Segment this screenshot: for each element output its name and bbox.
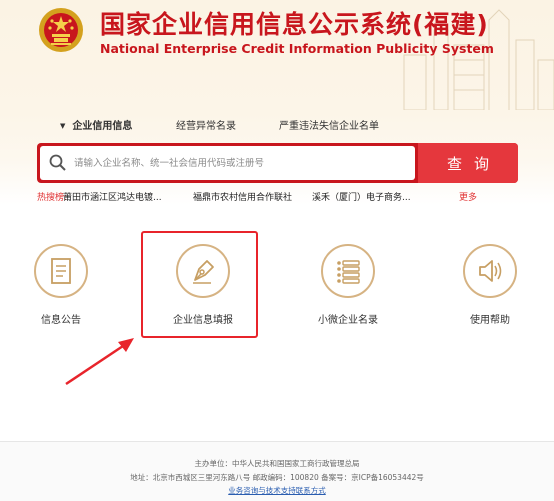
search-input[interactable] [74, 146, 404, 180]
footer-address: 地址：北京市西城区三里河东路八号 邮政编码：100820 备案号：京ICP备16… [130, 473, 424, 482]
info-notice-label[interactable]: 信息公告 [28, 311, 94, 326]
search-icon [49, 154, 66, 171]
national-emblem-icon [39, 8, 83, 52]
footer: 主办单位：中华人民共和国国家工商行政管理总局 地址：北京市西城区三里河东路八号 … [0, 442, 554, 501]
search-tabs: ▼ 企业信用信息 经营异常名录 严重违法失信企业名单 [0, 117, 554, 133]
site-subtitle: National Enterprise Credit Information P… [100, 41, 494, 56]
highlight-box [141, 231, 258, 338]
footer-support: 业务咨询与技术支持联系方式 [0, 485, 554, 496]
caret-down-icon: ▼ [60, 122, 66, 130]
micro-enterprise-list-button[interactable] [320, 243, 376, 299]
micro-enterprise-list-label[interactable]: 小微企业名录 [305, 311, 391, 326]
support-contact-link[interactable]: 业务咨询与技术支持联系方式 [228, 486, 326, 495]
document-icon [34, 244, 88, 298]
hot-search-item[interactable]: 福鼎市农村信用合作联社 [193, 190, 292, 203]
speaker-icon [463, 244, 517, 298]
tab-abnormal-list[interactable]: 经营异常名录 [176, 117, 236, 132]
hot-search-item[interactable]: 溪禾（厦门）电子商务... [312, 190, 411, 203]
hot-search-row: 热搜榜: 莆田市涵江区鸿达电镀... 福鼎市农村信用合作联社 溪禾（厦门）电子商… [37, 190, 518, 204]
search-bar: 查询 [37, 143, 518, 183]
search-button[interactable]: 查询 [418, 143, 518, 183]
tab-serious-violation-list[interactable]: 严重违法失信企业名单 [279, 117, 379, 132]
red-arrow-icon [65, 338, 134, 386]
hot-search-more-link[interactable]: 更多 [459, 190, 477, 203]
footer-sponsor: 主办单位：中华人民共和国国家工商行政管理总局 [194, 459, 360, 468]
help-label[interactable]: 使用帮助 [455, 311, 525, 326]
search-input-wrapper [40, 146, 415, 180]
info-notice-button[interactable] [33, 243, 89, 299]
help-button[interactable] [462, 243, 518, 299]
tab-enterprise-credit[interactable]: ▼ 企业信用信息 [60, 117, 132, 132]
site-title: 国家企业信用信息公示系统(福建) [100, 10, 489, 39]
hot-search-item[interactable]: 莆田市涵江区鸿达电镀... [63, 190, 162, 203]
list-icon [321, 244, 375, 298]
